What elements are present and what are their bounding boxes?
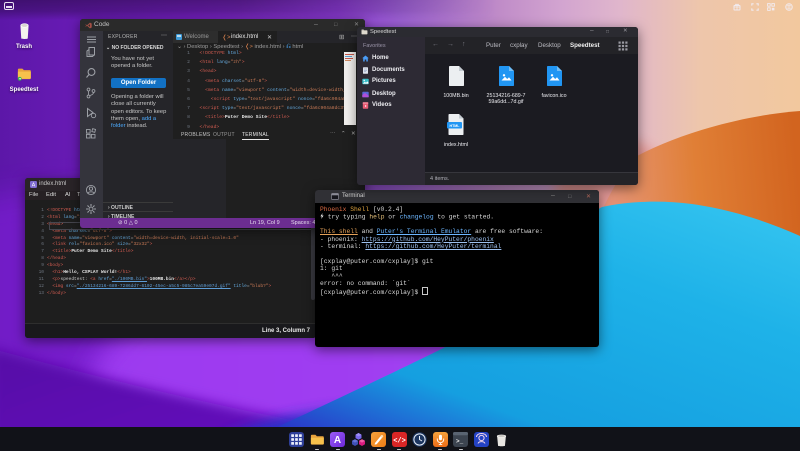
svg-text:A: A xyxy=(31,183,35,188)
svg-text:A: A xyxy=(334,435,341,446)
svg-text:HTML: HTML xyxy=(450,124,461,128)
svg-text:>_: >_ xyxy=(456,438,464,445)
svg-text:</>: </> xyxy=(393,437,406,445)
